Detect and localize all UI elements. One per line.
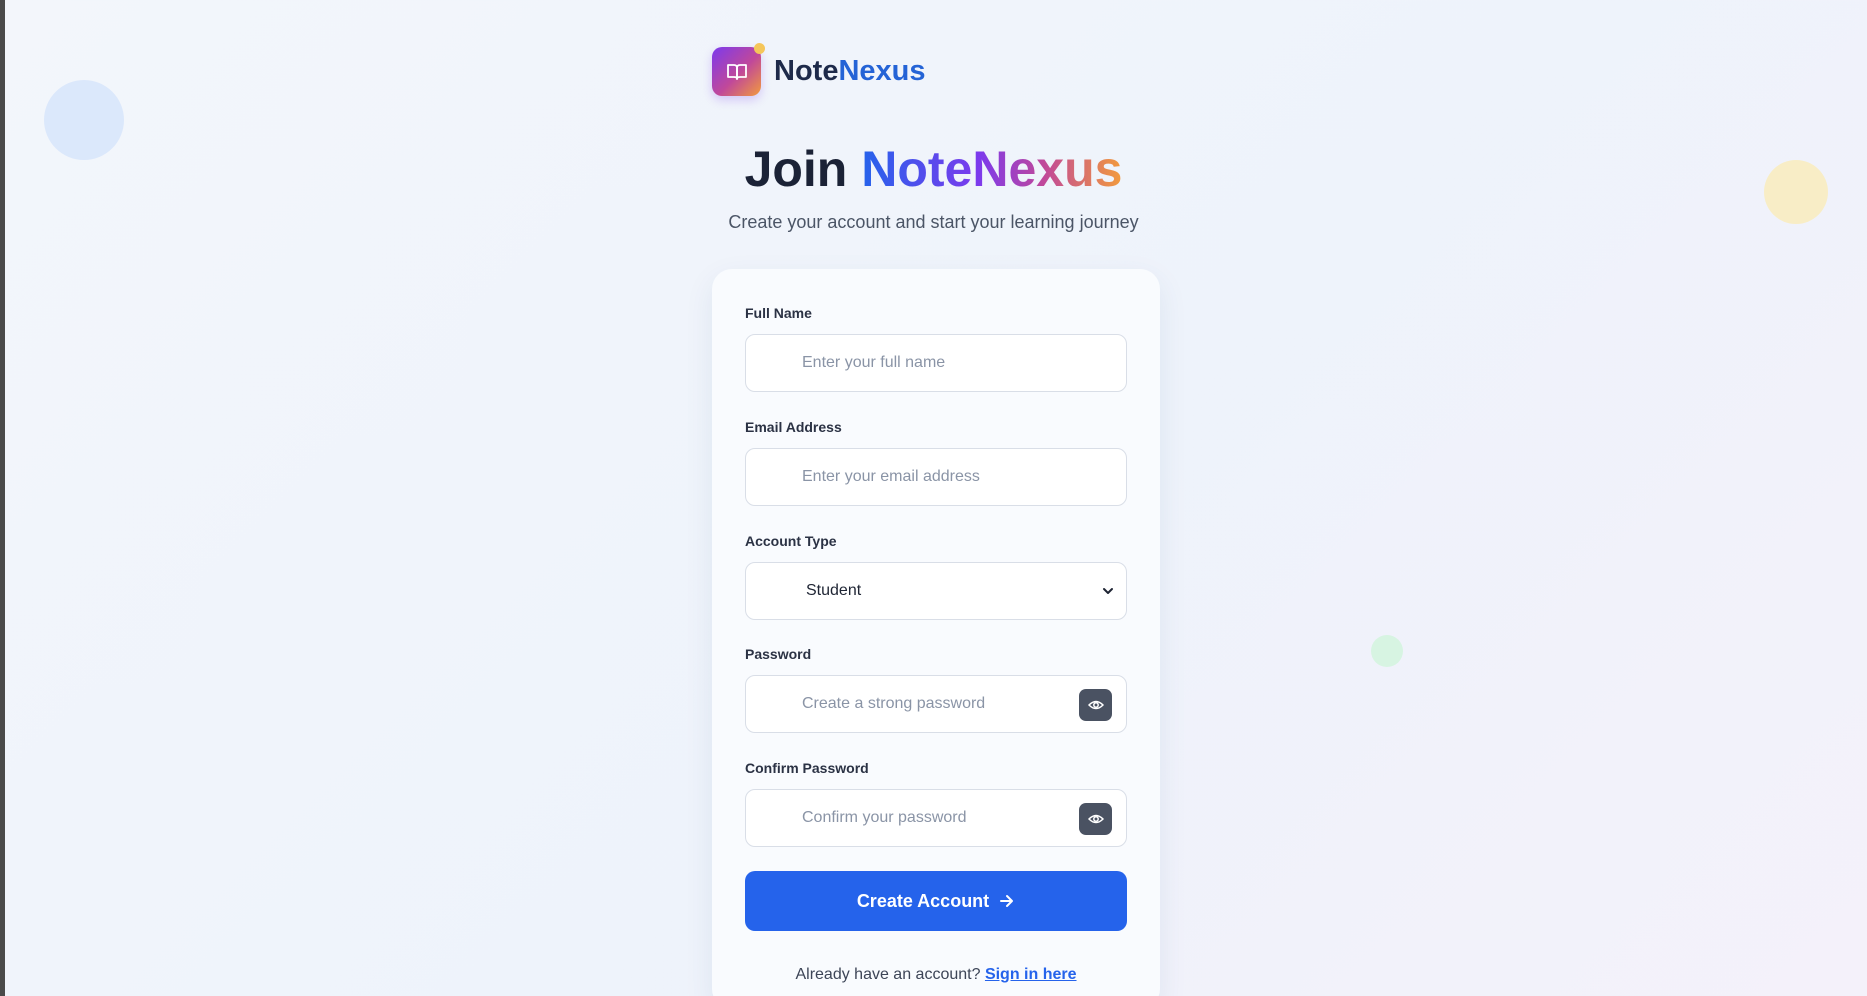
confirm-password-label: Confirm Password — [745, 760, 869, 776]
brand-name-part2: Nexus — [838, 55, 926, 87]
book-open-icon — [712, 43, 765, 96]
account-type-label: Account Type — [745, 533, 837, 549]
eye-icon — [1087, 814, 1104, 824]
brand-name-part1: Note — [774, 55, 839, 87]
password-placeholder: Create a strong password — [802, 695, 986, 712]
brand-name: NoteNexus — [774, 55, 926, 88]
arrow-right-icon — [1000, 895, 1014, 907]
signin-prompt-row: Already have an account? Sign in here — [712, 966, 1160, 984]
email-input[interactable]: Enter your email address — [745, 448, 1127, 506]
password-visibility-toggle[interactable] — [1079, 689, 1112, 721]
page-title-prefix: Join — [744, 141, 862, 197]
signin-link[interactable]: Sign in here — [985, 966, 1077, 983]
account-type-value: Student — [806, 582, 862, 599]
email-label: Email Address — [745, 419, 842, 435]
brand-header[interactable]: NoteNexus — [712, 43, 926, 96]
logo-badge-dot — [754, 43, 765, 54]
page-title: Join NoteNexus — [0, 140, 1867, 198]
confirm-password-input[interactable]: Confirm your password — [745, 789, 1127, 847]
signin-prompt-text: Already have an account? — [795, 966, 981, 983]
full-name-input[interactable]: Enter your full name — [745, 334, 1127, 392]
page-subtitle: Create your account and start your learn… — [728, 212, 1139, 232]
password-label: Password — [745, 646, 812, 662]
decorative-circle-green — [1371, 635, 1403, 667]
create-account-label: Create Account — [856, 890, 990, 911]
account-type-select[interactable]: Student — [745, 562, 1127, 620]
confirm-password-visibility-toggle[interactable] — [1079, 803, 1112, 835]
confirm-password-placeholder: Confirm your password — [802, 809, 967, 826]
password-input[interactable]: Create a strong password — [745, 675, 1127, 733]
eye-icon — [1087, 700, 1104, 710]
email-placeholder: Enter your email address — [802, 468, 980, 485]
full-name-placeholder: Enter your full name — [802, 354, 946, 371]
signup-card: Full Name Enter your full name Email Add… — [712, 269, 1160, 996]
page-title-highlight: NoteNexus — [861, 141, 1123, 197]
chevron-down-icon — [1103, 588, 1113, 594]
full-name-label: Full Name — [745, 305, 812, 321]
create-account-button[interactable]: Create Account — [745, 871, 1127, 931]
